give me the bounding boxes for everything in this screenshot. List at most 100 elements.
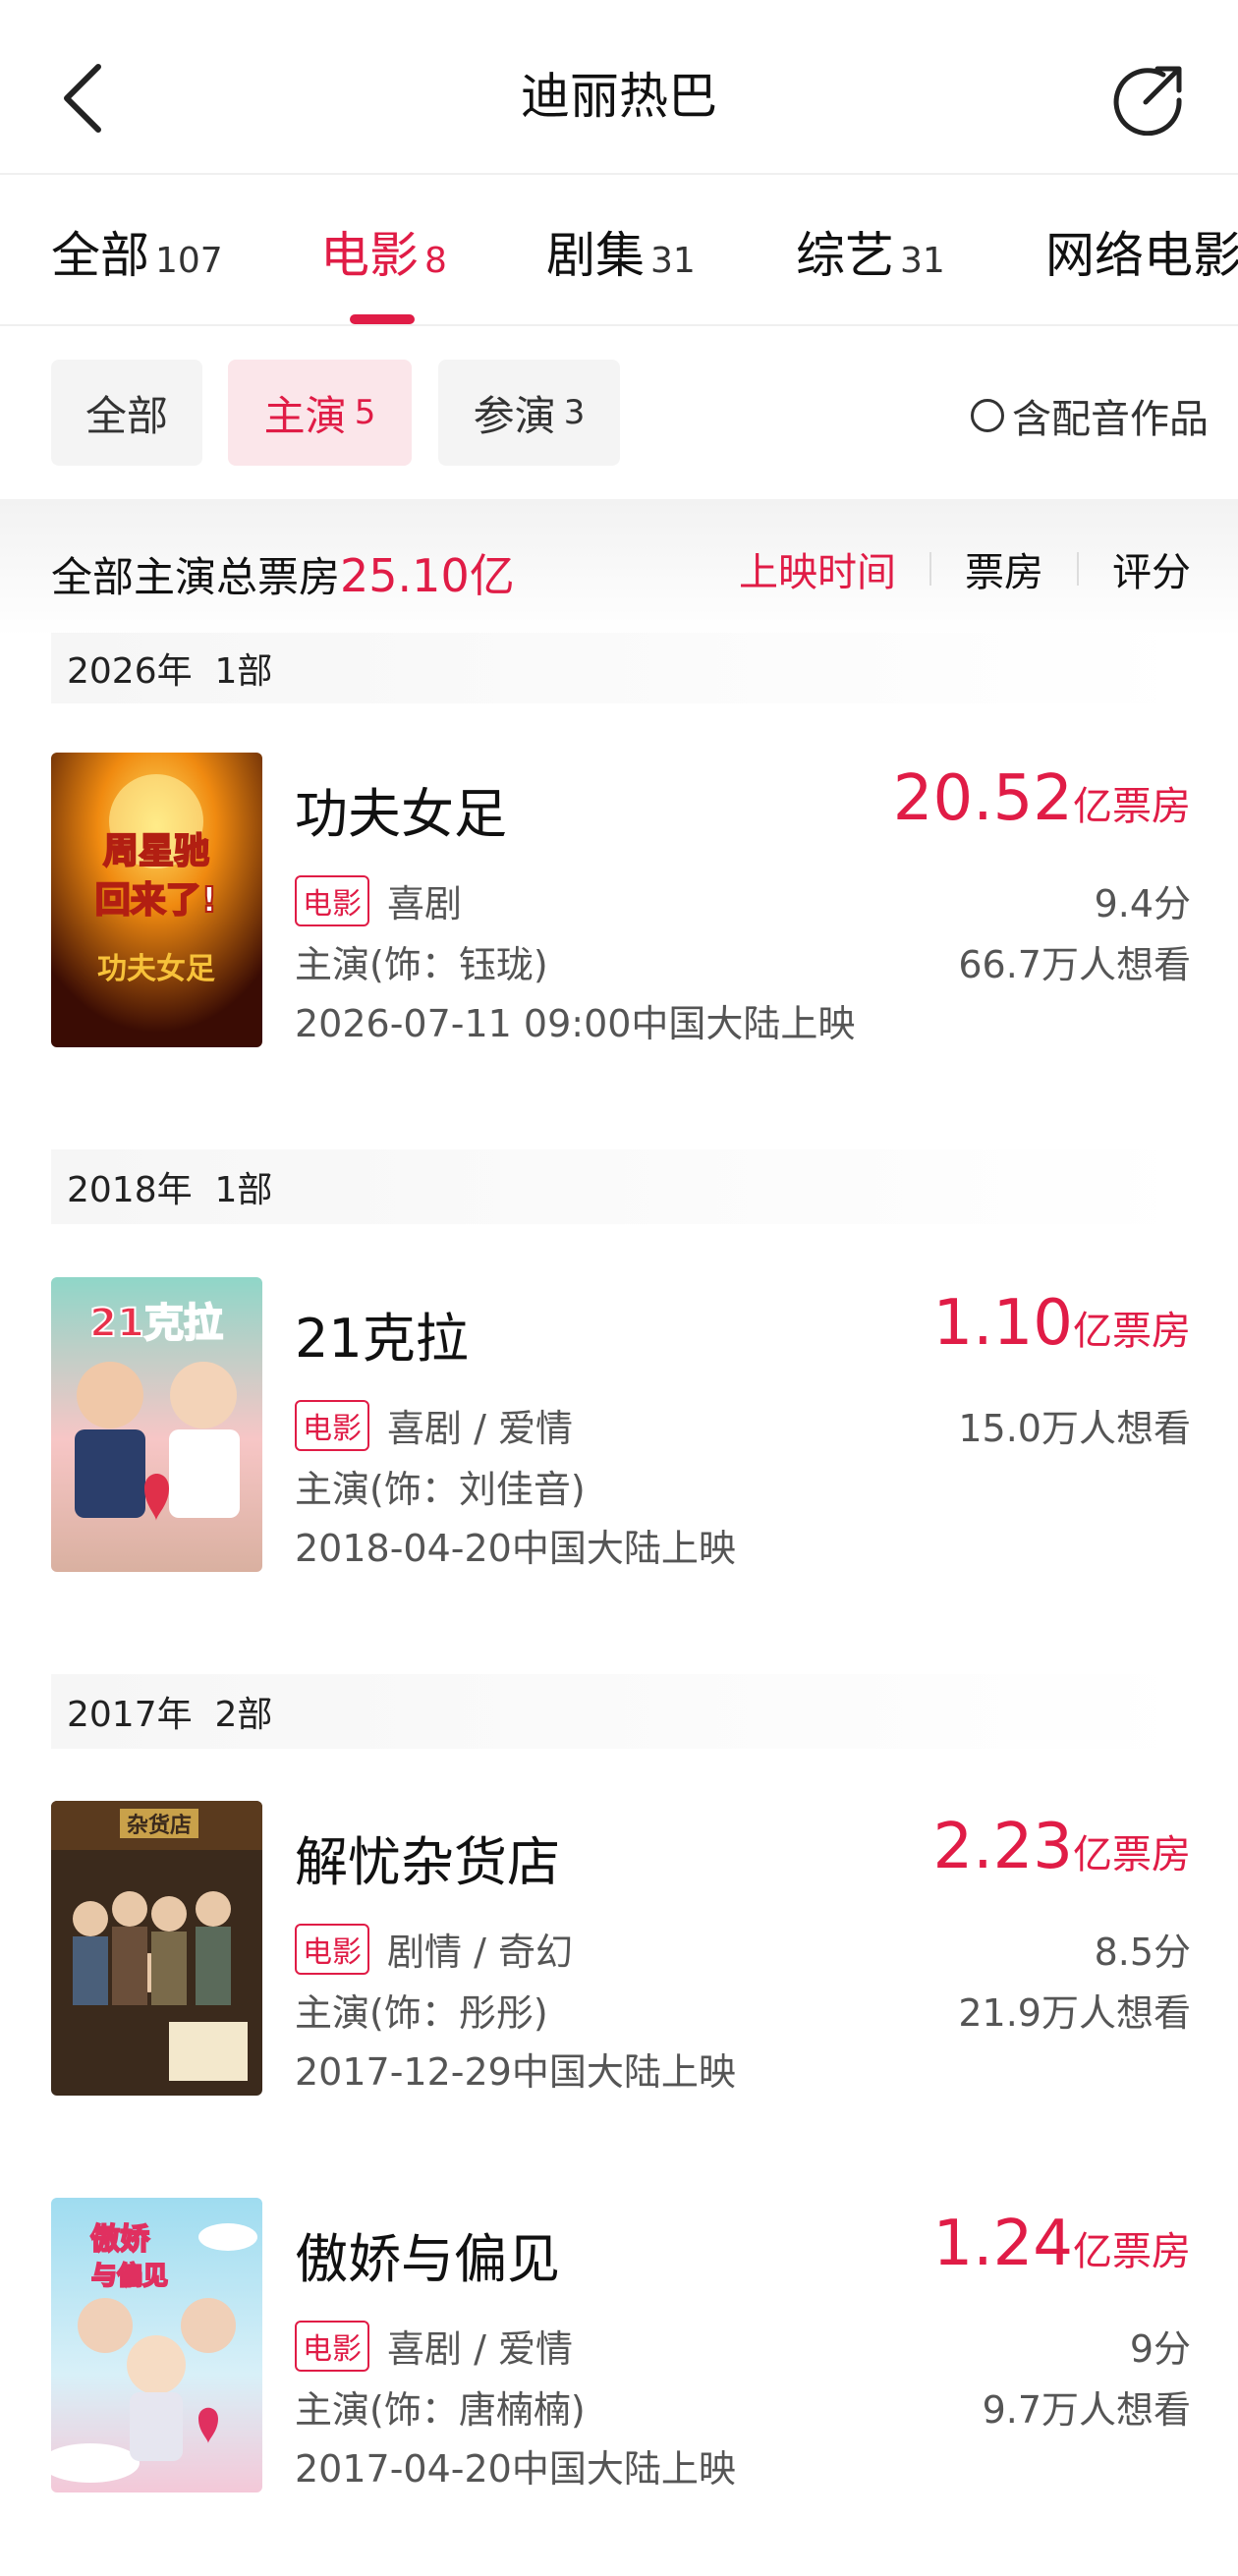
chip-lead[interactable]: 主演 5 [228,360,412,466]
tab-label: 全部 [51,227,149,284]
movie-card[interactable]: 杂货店 解忧杂货店 2.23亿票房 电影 剧情 / 奇幻 主演(饰：彤彤) 20… [0,1801,1238,2096]
box-office-unit: 亿票房 [1073,2229,1191,2274]
movie-title[interactable]: 解忧杂货店 [295,1819,560,1896]
tab-count: 31 [900,241,945,281]
movie-poster: 傲娇 与偏见 [51,2198,262,2492]
chip-count: 5 [354,393,376,432]
poster-title: 傲娇 [90,2222,150,2257]
genre-row: 电影 喜剧 / 爱情 [295,2319,573,2373]
type-badge: 电影 [295,1923,369,1975]
genre-text: 剧情 / 奇幻 [387,1931,573,1974]
summary-value: 25.10亿 [340,549,515,602]
box-office-unit: 亿票房 [1073,1309,1191,1354]
year-count: 1部 [214,651,273,692]
top-bar: 迪丽热巴 [0,0,1238,173]
page-title: 迪丽热巴 [521,68,717,125]
want-to-see: 66.7万人想看 [958,943,1191,986]
type-badge: 电影 [295,1399,369,1451]
box-office: 1.10亿票房 [933,1287,1192,1360]
summary-text: 全部主演总票房25.10亿 [51,540,515,605]
box-office: 2.23亿票房 [933,1811,1192,1883]
tab-label: 网络电影 [1045,227,1238,284]
genre-text: 喜剧 / 爱情 [387,1407,573,1450]
rating: 8.5分 [1094,1931,1191,1974]
role-text: 主演(饰：彤彤) [295,1991,548,2035]
box-office: 20.52亿票房 [893,762,1191,835]
year-header: 2026年 1部 [51,633,1191,703]
year-label: 2026年 [67,651,193,692]
tab-count: 107 [155,241,223,281]
movie-poster: 21克拉 [51,1277,262,1572]
chip-all[interactable]: 全部 [51,360,202,466]
year-count: 1部 [214,1170,273,1210]
year-header: 2018年 1部 [51,1149,1191,1224]
box-office-value: 20.52 [892,762,1073,835]
release-date: 2017-04-20中国大陆上映 [295,2447,736,2491]
chip-label: 参演 [473,391,556,440]
rating: 9分 [1129,2327,1191,2371]
role-text: 主演(饰：钰珑) [295,943,548,986]
active-tab-indicator [350,314,415,324]
movie-card[interactable]: 21克拉 21克拉 1.10亿票房 电影 喜剧 / 爱情 主演(饰：刘佳音) 2… [0,1277,1238,1572]
poster-title: 21克拉 [89,1301,223,1346]
sort-box-office[interactable]: 票房 [965,540,1043,597]
divider [929,552,931,586]
release-date: 2018-04-20中国大陆上映 [295,1527,736,1570]
want-to-see: 21.9万人想看 [958,1991,1191,2035]
year-header: 2017年 2部 [51,1674,1191,1749]
genre-text: 喜剧 [387,882,463,925]
genre-text: 喜剧 / 爱情 [387,2327,573,2371]
tab-all[interactable]: 全部 107 [51,216,223,287]
sort-rating[interactable]: 评分 [1112,540,1191,597]
chip-label: 主演 [263,391,347,440]
genre-row: 电影 剧情 / 奇幻 [295,1922,573,1976]
rating: 9.4分 [1094,882,1191,925]
tab-label: 电影 [320,227,419,284]
release-date: 2026-07-11 09:00中国大陆上映 [295,1002,856,1045]
year-count: 2部 [214,1695,273,1735]
year-label: 2018年 [67,1170,193,1210]
box-office-value: 1.24 [932,2208,1074,2280]
radio-icon [971,399,1004,432]
movie-poster: 杂货店 [51,1801,262,2096]
role-filter-bar: 全部 主演 5 参演 3 含配音作品 [0,326,1238,499]
chip-supporting[interactable]: 参演 3 [438,360,620,466]
tab-series[interactable]: 剧集 31 [546,216,696,287]
poster-title: 周星驰 [103,831,209,871]
box-office-value: 2.23 [932,1811,1074,1883]
genre-row: 电影 喜剧 / 爱情 [295,1398,573,1452]
divider [1077,552,1079,586]
movie-card[interactable]: 周星驰 回来了! 功夫女足 功夫女足 20.52亿票房 电影 喜剧 主演(饰：钰… [0,753,1238,1047]
want-to-see: 9.7万人想看 [982,2388,1191,2432]
role-text: 主演(饰：唐楠楠) [295,2388,586,2432]
tab-web-movie[interactable]: 网络电影 [1045,216,1238,287]
type-badge: 电影 [295,2320,369,2372]
want-to-see: 15.0万人想看 [958,1407,1191,1450]
chip-label: 全部 [84,391,168,440]
tab-variety[interactable]: 综艺 31 [796,216,945,287]
movie-card[interactable]: 傲娇 与偏见 傲娇与偏见 1.24亿票房 电影 喜剧 / 爱情 主演(饰：唐楠楠… [0,2198,1238,2492]
dubbing-label: 含配音作品 [1012,397,1209,442]
movie-title[interactable]: 21克拉 [295,1295,469,1372]
movie-poster: 周星驰 回来了! 功夫女足 [51,753,262,1047]
box-office: 1.24亿票房 [933,2208,1192,2280]
share-icon[interactable] [1112,61,1187,136]
chip-count: 3 [563,393,586,432]
category-tabs: 全部 107 电影 8 剧集 31 综艺 31 网络电影 [0,175,1238,324]
tab-movie[interactable]: 电影 8 [320,216,447,287]
release-date: 2017-12-29中国大陆上映 [295,2050,736,2094]
sort-release-date[interactable]: 上映时间 [739,540,896,597]
tab-count: 31 [650,241,696,281]
poster-title: 杂货店 [127,1813,192,1838]
box-office-unit: 亿票房 [1073,1832,1191,1877]
box-office-value: 1.10 [932,1287,1074,1360]
dubbing-toggle[interactable]: 含配音作品 [971,387,1209,444]
poster-title: 回来了! [95,880,217,921]
summary-label: 全部主演总票房 [51,553,341,601]
year-label: 2017年 [67,1695,193,1735]
poster-title: 与偏见 [91,2261,168,2291]
movie-title[interactable]: 傲娇与偏见 [295,2215,560,2293]
tab-label: 综艺 [796,227,894,284]
role-text: 主演(饰：刘佳音) [295,1468,586,1511]
movie-title[interactable]: 功夫女足 [295,770,507,848]
